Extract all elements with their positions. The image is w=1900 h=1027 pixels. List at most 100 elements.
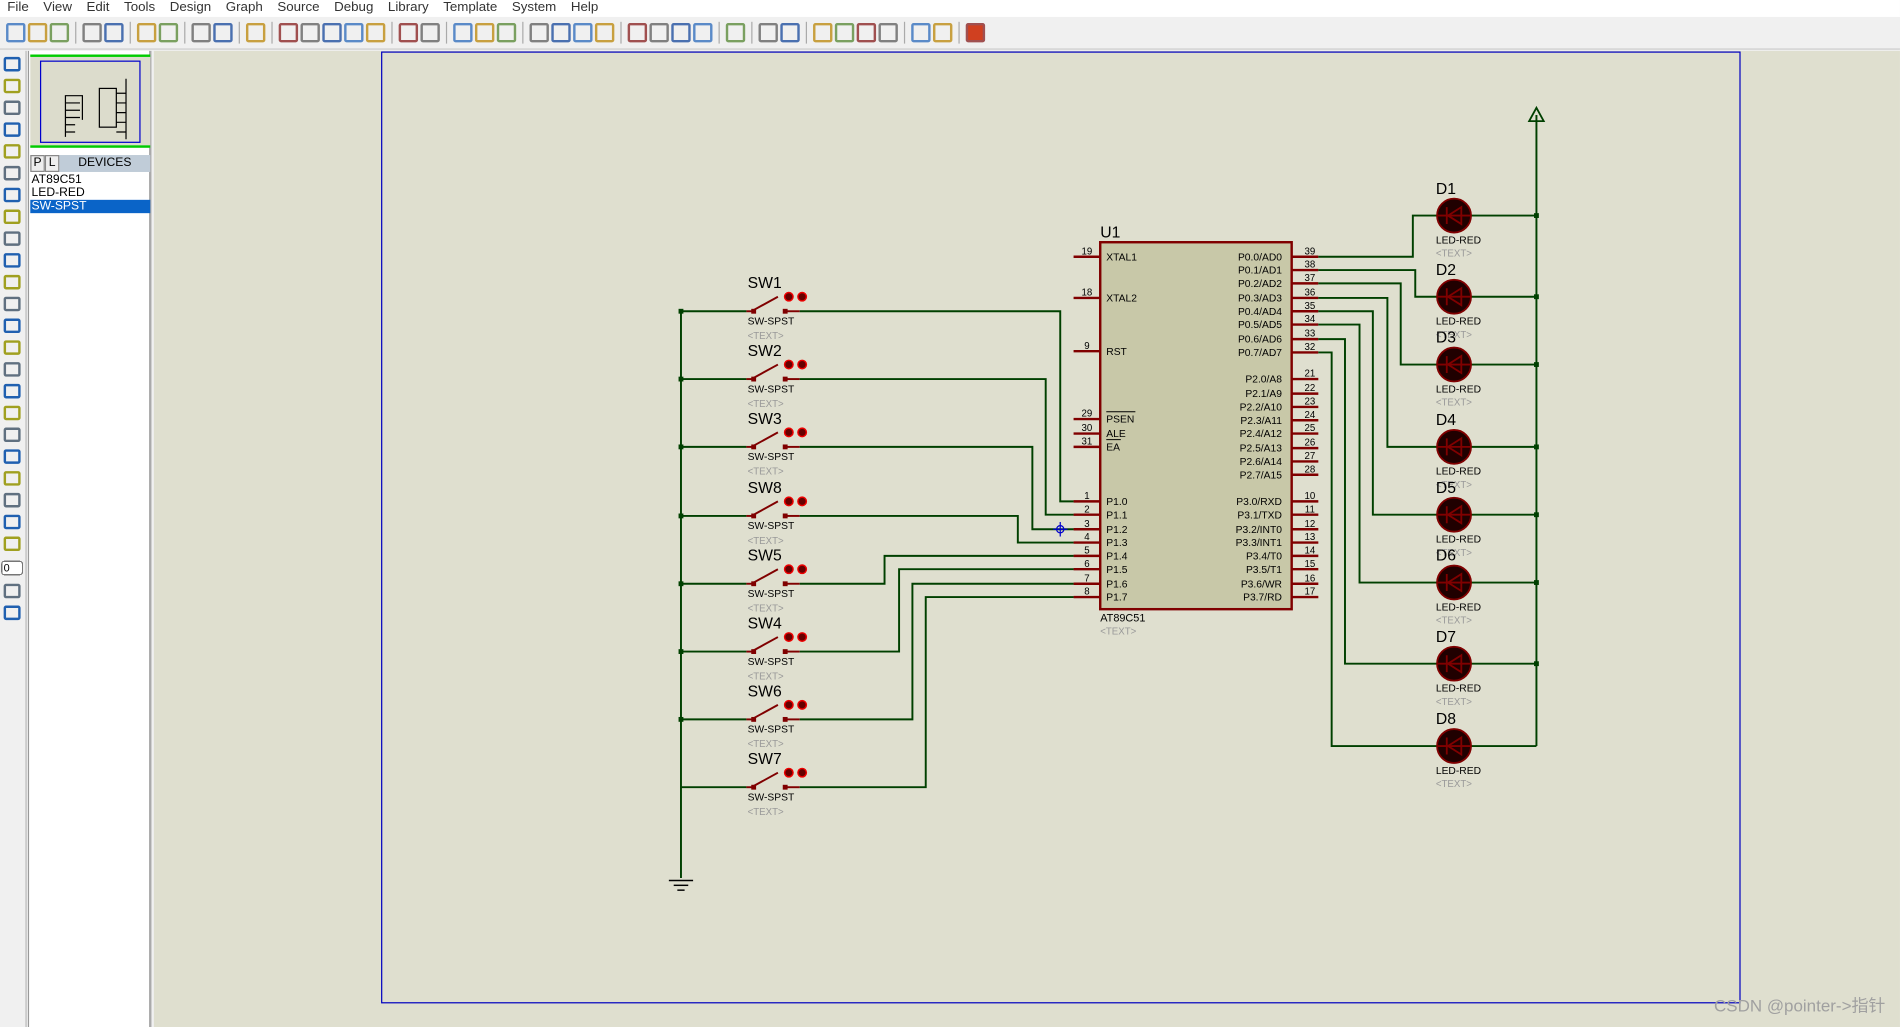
switch-lever[interactable]	[753, 295, 779, 311]
device-item[interactable]: SW-SPST	[30, 199, 151, 214]
ares-icon[interactable]	[965, 23, 986, 43]
virtual-instrument-icon[interactable]	[3, 362, 21, 377]
pan-icon[interactable]	[278, 23, 299, 43]
menu-system[interactable]: System	[505, 0, 564, 17]
switch-toggle-icon[interactable]	[797, 564, 808, 575]
export-icon[interactable]	[104, 23, 124, 43]
switch-toggle-icon[interactable]	[797, 496, 808, 507]
undo-icon[interactable]	[398, 23, 419, 43]
symbol-icon[interactable]	[3, 514, 21, 530]
switch-lever[interactable]	[753, 500, 779, 516]
block-rotate-icon[interactable]	[573, 23, 593, 43]
box-icon[interactable]	[3, 405, 21, 421]
wire[interactable]	[1318, 310, 1438, 516]
library-manager-button[interactable]: L	[44, 155, 60, 172]
component-icon[interactable]	[3, 78, 21, 94]
current-probe-icon[interactable]	[3, 340, 21, 355]
import-icon[interactable]	[82, 23, 102, 43]
text-icon[interactable]	[3, 492, 21, 508]
switch-toggle-icon[interactable]	[783, 767, 794, 778]
block-copy-icon[interactable]	[529, 23, 549, 43]
menu-edit[interactable]: Edit	[79, 0, 117, 17]
print-icon[interactable]	[136, 23, 157, 43]
label-icon[interactable]	[3, 122, 21, 137]
rotate-cw-icon[interactable]	[3, 583, 21, 599]
switch-toggle-icon[interactable]	[797, 699, 808, 710]
switch-lever[interactable]	[753, 363, 779, 379]
new-sheet-icon[interactable]	[834, 23, 855, 43]
zoom-all-icon[interactable]	[344, 23, 364, 43]
redo-icon[interactable]	[420, 23, 440, 43]
bill-of-materials-icon[interactable]	[911, 23, 931, 43]
wire-autorouter-icon[interactable]	[725, 23, 746, 43]
overview-window[interactable]	[30, 54, 151, 148]
menu-source[interactable]: Source	[270, 0, 327, 17]
wire[interactable]	[1318, 338, 1438, 665]
switch-lever[interactable]	[753, 704, 779, 720]
switch-toggle-icon[interactable]	[783, 359, 794, 370]
menu-graph[interactable]: Graph	[218, 0, 270, 17]
switch-toggle-icon[interactable]	[797, 427, 808, 438]
pick-device-icon[interactable]	[627, 23, 648, 43]
path-icon[interactable]	[3, 471, 21, 486]
remove-sheet-icon[interactable]	[856, 23, 877, 43]
rotate-ccw-icon[interactable]	[3, 605, 21, 621]
refresh-icon[interactable]	[191, 23, 211, 43]
search-icon[interactable]	[758, 23, 778, 43]
open-icon[interactable]	[27, 23, 48, 43]
switch-toggle-icon[interactable]	[783, 564, 794, 575]
switch-toggle-icon[interactable]	[797, 632, 808, 643]
terminal-icon[interactable]	[3, 209, 21, 225]
menu-tools[interactable]: Tools	[117, 0, 163, 17]
grid-icon[interactable]	[213, 23, 233, 43]
generator-icon[interactable]	[3, 296, 21, 312]
exit-parent-icon[interactable]	[878, 23, 898, 43]
circle-icon[interactable]	[3, 427, 21, 443]
zoom-area-icon[interactable]	[365, 23, 386, 43]
block-delete-icon[interactable]	[594, 23, 615, 43]
menu-template[interactable]: Template	[436, 0, 505, 17]
text-script-icon[interactable]	[3, 144, 21, 159]
decompose-icon[interactable]	[693, 23, 713, 43]
switch-lever[interactable]	[753, 568, 779, 584]
save-icon[interactable]	[49, 23, 70, 43]
schematic[interactable]: U1AT89C51<TEXT>19XTAL118XTAL29RST29PSEN3…	[154, 51, 1900, 1027]
switch-lever[interactable]	[753, 771, 779, 787]
origin-icon[interactable]	[245, 23, 266, 43]
design-explorer-icon[interactable]	[813, 23, 833, 43]
wire[interactable]	[799, 568, 1074, 653]
copy-icon[interactable]	[474, 23, 495, 43]
property-tool-icon[interactable]	[780, 23, 800, 43]
packaging-icon[interactable]	[671, 23, 691, 43]
switch-toggle-icon[interactable]	[783, 496, 794, 507]
switch-toggle-icon[interactable]	[797, 767, 808, 778]
junction-icon[interactable]	[3, 100, 21, 116]
menu-library[interactable]: Library	[381, 0, 436, 17]
new-icon[interactable]	[6, 23, 26, 43]
line-icon[interactable]	[3, 383, 21, 399]
device-item[interactable]: LED-RED	[30, 187, 150, 200]
bus-icon[interactable]	[3, 165, 21, 181]
electrical-rules-icon[interactable]	[933, 23, 953, 43]
marker-icon[interactable]	[3, 536, 21, 552]
paste-icon[interactable]	[496, 23, 517, 43]
menu-file[interactable]: File	[0, 0, 36, 17]
switch-toggle-icon[interactable]	[783, 291, 794, 302]
menu-view[interactable]: View	[36, 0, 79, 17]
switch-toggle-icon[interactable]	[783, 699, 794, 710]
wire[interactable]	[1318, 296, 1438, 448]
graph-icon[interactable]	[3, 253, 21, 268]
switch-lever[interactable]	[753, 636, 779, 652]
menu-help[interactable]: Help	[564, 0, 606, 17]
menu-design[interactable]: Design	[162, 0, 218, 17]
switch-toggle-icon[interactable]	[783, 427, 794, 438]
wire[interactable]	[799, 596, 1074, 789]
subcircuit-icon[interactable]	[3, 187, 21, 203]
switch-lever[interactable]	[753, 431, 779, 447]
switch-toggle-icon[interactable]	[783, 632, 794, 643]
device-item[interactable]: AT89C51	[30, 173, 150, 186]
zoom-in-icon[interactable]	[300, 23, 320, 43]
switch-toggle-icon[interactable]	[797, 359, 808, 370]
cut-icon[interactable]	[453, 23, 473, 43]
pick-devices-button[interactable]: P	[30, 155, 45, 172]
